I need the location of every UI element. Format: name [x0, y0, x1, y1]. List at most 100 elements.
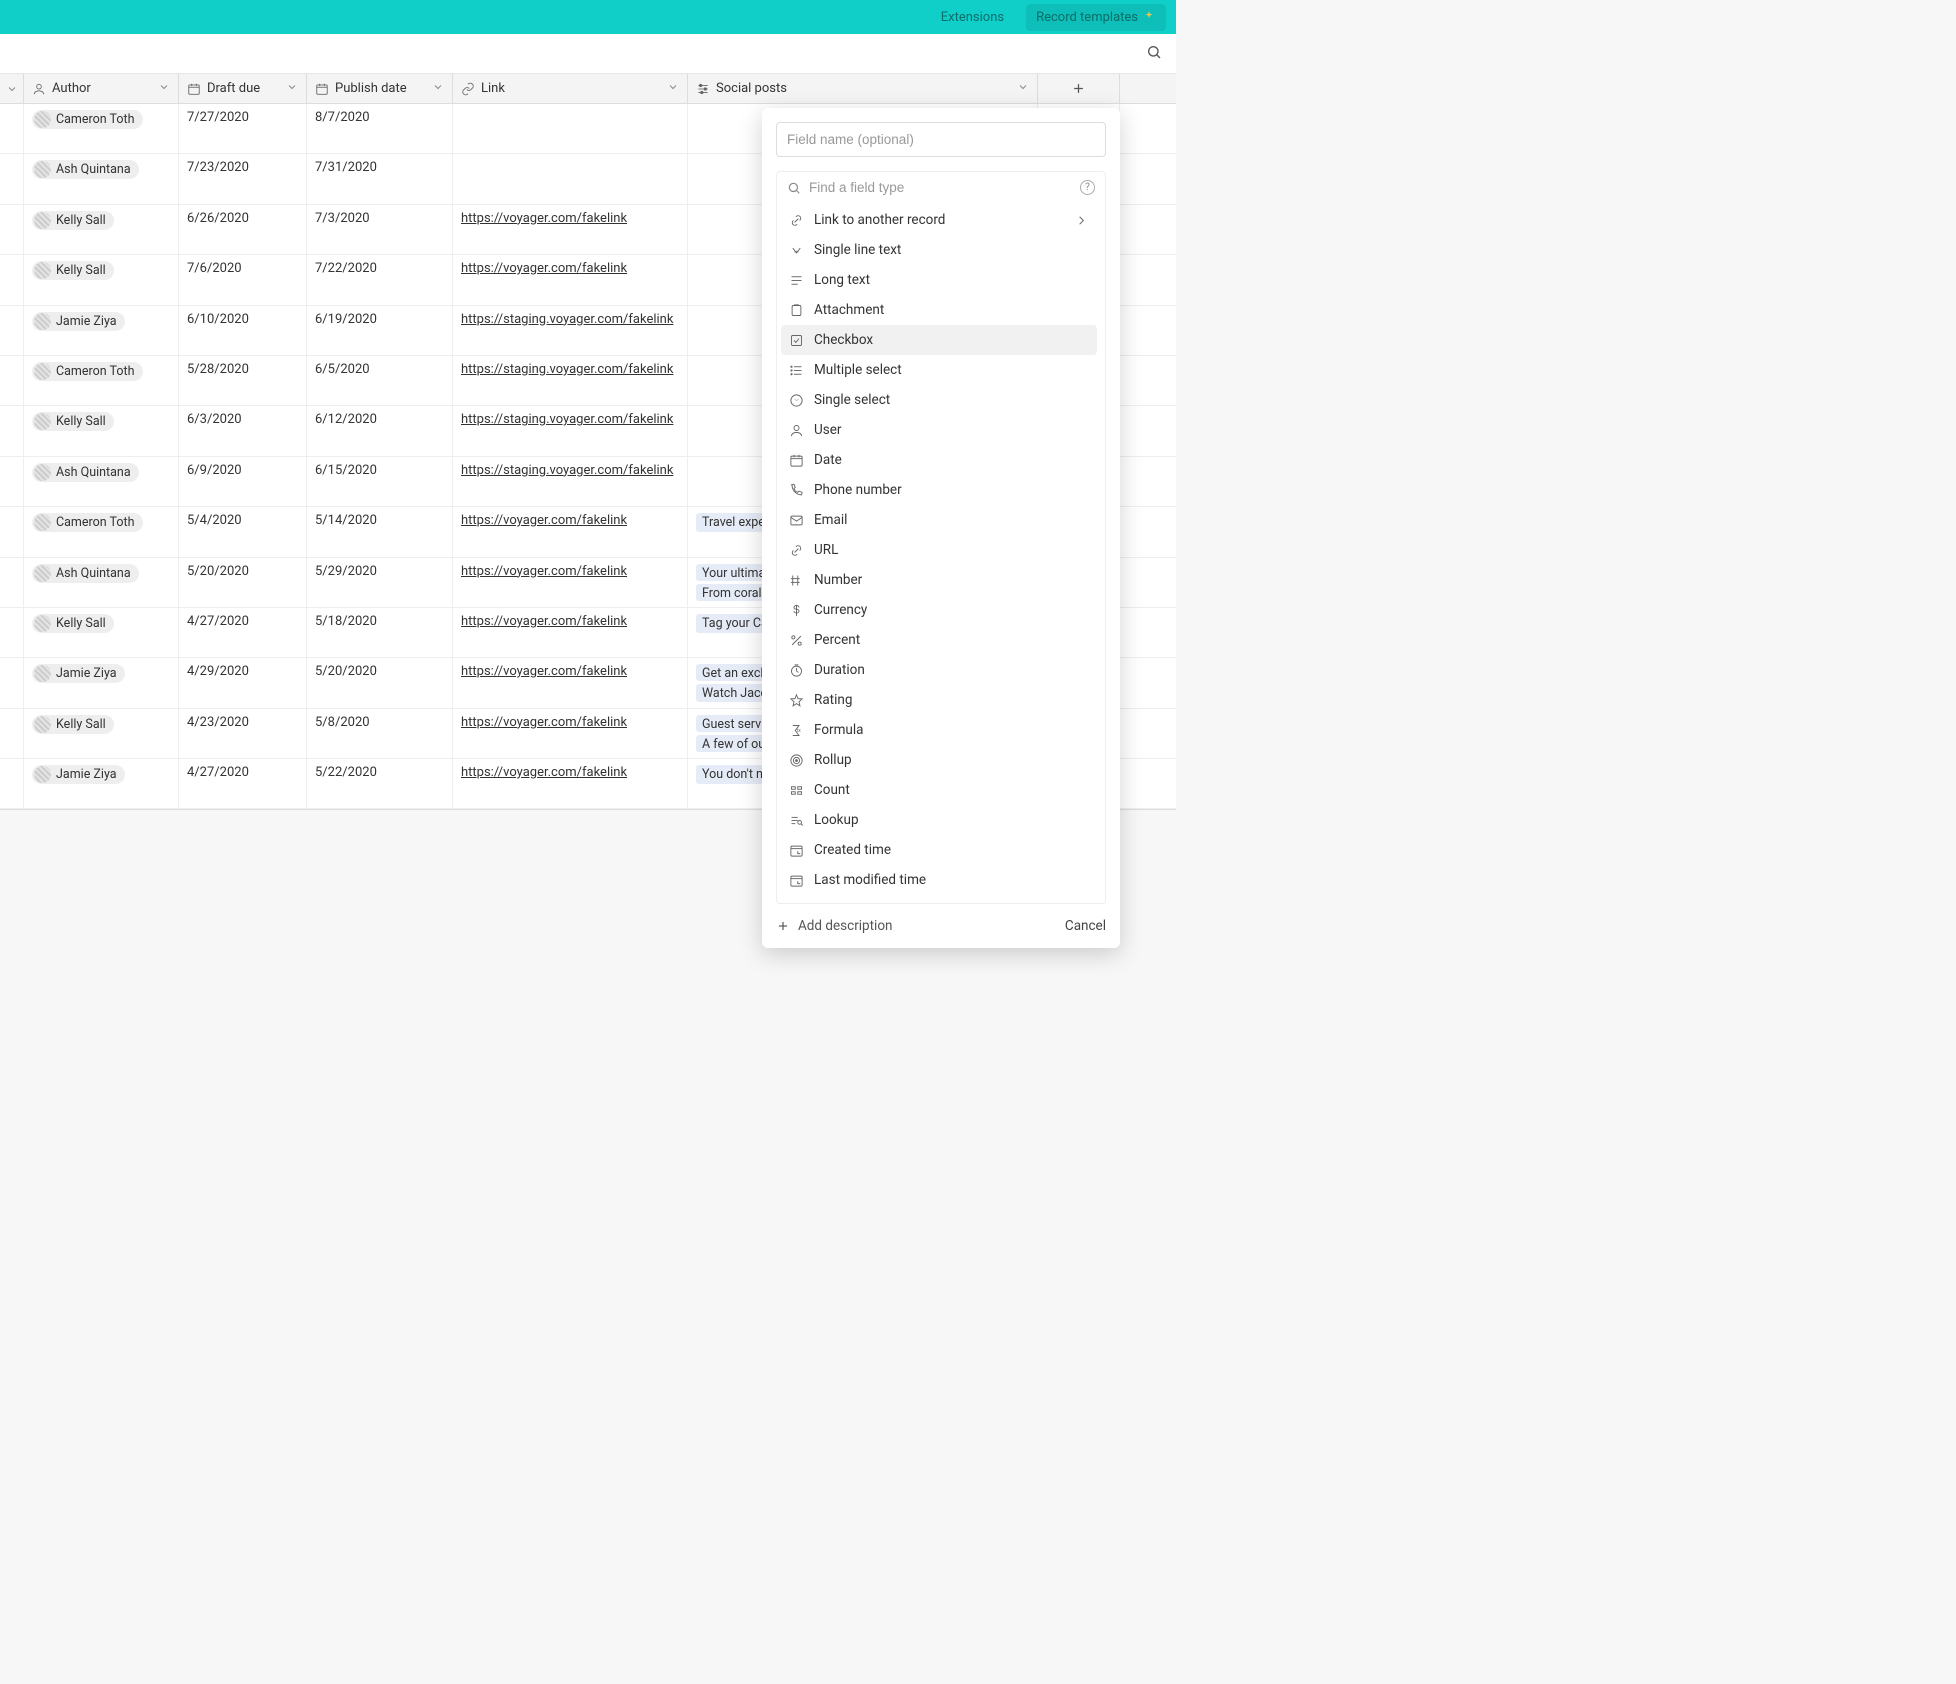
cell-author[interactable]: Cameron Toth [24, 104, 179, 153]
cell-link[interactable]: https://voyager.com/fakelink [453, 507, 688, 556]
field-type-email[interactable]: Email [781, 505, 1097, 535]
field-type-date[interactable]: Date [781, 445, 1097, 475]
cell-author[interactable]: Kelly Sall [24, 709, 179, 758]
link-url[interactable]: https://voyager.com/fakelink [461, 765, 627, 780]
field-type-phone[interactable]: Phone number [781, 475, 1097, 505]
link-url[interactable]: https://voyager.com/fakelink [461, 564, 627, 579]
cell-publish-date[interactable]: 7/3/2020 [307, 205, 453, 254]
author-chip[interactable]: Kelly Sall [32, 211, 114, 230]
row-handle[interactable] [0, 507, 24, 556]
column-header-link[interactable]: Link [453, 74, 688, 103]
field-type-duration[interactable]: Duration [781, 655, 1097, 685]
cell-author[interactable]: Jamie Ziya [24, 759, 179, 808]
row-handle[interactable] [0, 306, 24, 355]
cell-publish-date[interactable]: 6/12/2020 [307, 406, 453, 455]
author-chip[interactable]: Cameron Toth [32, 362, 143, 381]
search-icon[interactable] [1146, 44, 1162, 64]
cell-publish-date[interactable]: 5/20/2020 [307, 658, 453, 707]
column-header-social-posts[interactable]: Social posts [688, 74, 1038, 103]
record-templates-button[interactable]: Record templates [1026, 4, 1166, 31]
cell-link[interactable]: https://staging.voyager.com/fakelink [453, 356, 688, 405]
row-handle[interactable] [0, 205, 24, 254]
cell-draft-due[interactable]: 4/27/2020 [179, 608, 307, 657]
cell-link[interactable]: https://voyager.com/fakelink [453, 709, 688, 758]
link-url[interactable]: https://voyager.com/fakelink [461, 513, 627, 528]
cell-link[interactable]: https://voyager.com/fakelink [453, 255, 688, 304]
row-handle[interactable] [0, 608, 24, 657]
field-type-checkbox[interactable]: Checkbox [781, 325, 1097, 355]
link-url[interactable]: https://staging.voyager.com/fakelink [461, 362, 673, 377]
cancel-button[interactable]: Cancel [1065, 918, 1106, 934]
cell-draft-due[interactable]: 4/29/2020 [179, 658, 307, 707]
cell-publish-date[interactable]: 5/8/2020 [307, 709, 453, 758]
cell-author[interactable]: Kelly Sall [24, 406, 179, 455]
link-url[interactable]: https://staging.voyager.com/fakelink [461, 412, 673, 427]
field-type-multi-select[interactable]: Multiple select [781, 355, 1097, 385]
field-type-rating[interactable]: Rating [781, 685, 1097, 715]
cell-link[interactable]: https://voyager.com/fakelink [453, 658, 688, 707]
row-handle[interactable] [0, 356, 24, 405]
cell-publish-date[interactable]: 5/14/2020 [307, 507, 453, 556]
column-header-draft-due[interactable]: Draft due [179, 74, 307, 103]
cell-publish-date[interactable]: 5/18/2020 [307, 608, 453, 657]
cell-link[interactable] [453, 154, 688, 203]
add-description-button[interactable]: Add description [776, 918, 892, 934]
add-column-button[interactable] [1038, 74, 1120, 103]
cell-publish-date[interactable]: 7/22/2020 [307, 255, 453, 304]
field-type-modified-time[interactable]: Last modified time [781, 865, 1097, 895]
author-chip[interactable]: Cameron Toth [32, 513, 143, 532]
link-url[interactable]: https://voyager.com/fakelink [461, 715, 627, 730]
author-chip[interactable]: Ash Quintana [32, 160, 139, 179]
cell-draft-due[interactable]: 7/23/2020 [179, 154, 307, 203]
cell-author[interactable]: Kelly Sall [24, 255, 179, 304]
link-url[interactable]: https://voyager.com/fakelink [461, 614, 627, 629]
cell-draft-due[interactable]: 5/28/2020 [179, 356, 307, 405]
field-type-single-select[interactable]: Single select [781, 385, 1097, 415]
cell-link[interactable]: https://staging.voyager.com/fakelink [453, 406, 688, 455]
field-name-input[interactable] [776, 122, 1106, 157]
link-url[interactable]: https://staging.voyager.com/fakelink [461, 312, 673, 327]
author-chip[interactable]: Ash Quintana [32, 564, 139, 583]
row-handle[interactable] [0, 709, 24, 758]
link-url[interactable]: https://voyager.com/fakelink [461, 211, 627, 226]
field-type-url[interactable]: URL [781, 535, 1097, 565]
extensions-button[interactable]: Extensions [931, 4, 1014, 31]
field-type-link-record[interactable]: Link to another record [781, 205, 1097, 235]
cell-publish-date[interactable]: 7/31/2020 [307, 154, 453, 203]
cell-draft-due[interactable]: 5/20/2020 [179, 558, 307, 607]
author-chip[interactable]: Kelly Sall [32, 715, 114, 734]
cell-author[interactable]: Jamie Ziya [24, 306, 179, 355]
field-type-attachment[interactable]: Attachment [781, 295, 1097, 325]
link-url[interactable]: https://voyager.com/fakelink [461, 261, 627, 276]
author-chip[interactable]: Jamie Ziya [32, 312, 125, 331]
column-header-publish-date[interactable]: Publish date [307, 74, 453, 103]
field-type-long-text[interactable]: Long text [781, 265, 1097, 295]
cell-author[interactable]: Cameron Toth [24, 356, 179, 405]
field-type-single-line[interactable]: Single line text [781, 235, 1097, 265]
cell-author[interactable]: Ash Quintana [24, 154, 179, 203]
row-handle[interactable] [0, 558, 24, 607]
field-type-percent[interactable]: Percent [781, 625, 1097, 655]
cell-link[interactable]: https://staging.voyager.com/fakelink [453, 306, 688, 355]
cell-link[interactable]: https://staging.voyager.com/fakelink [453, 457, 688, 506]
cell-author[interactable]: Cameron Toth [24, 507, 179, 556]
cell-publish-date[interactable]: 6/19/2020 [307, 306, 453, 355]
author-chip[interactable]: Kelly Sall [32, 614, 114, 633]
cell-draft-due[interactable]: 5/4/2020 [179, 507, 307, 556]
field-type-count[interactable]: Count [781, 775, 1097, 805]
row-handle[interactable] [0, 406, 24, 455]
cell-author[interactable]: Kelly Sall [24, 608, 179, 657]
cell-link[interactable]: https://voyager.com/fakelink [453, 608, 688, 657]
author-chip[interactable]: Kelly Sall [32, 261, 114, 280]
cell-draft-due[interactable]: 6/3/2020 [179, 406, 307, 455]
author-chip[interactable]: Jamie Ziya [32, 765, 125, 784]
link-url[interactable]: https://staging.voyager.com/fakelink [461, 463, 673, 478]
row-handle[interactable] [0, 154, 24, 203]
link-url[interactable]: https://voyager.com/fakelink [461, 664, 627, 679]
cell-draft-due[interactable]: 7/6/2020 [179, 255, 307, 304]
author-chip[interactable]: Ash Quintana [32, 463, 139, 482]
cell-publish-date[interactable]: 6/5/2020 [307, 356, 453, 405]
cell-draft-due[interactable]: 6/9/2020 [179, 457, 307, 506]
cell-draft-due[interactable]: 6/26/2020 [179, 205, 307, 254]
field-type-number[interactable]: Number [781, 565, 1097, 595]
